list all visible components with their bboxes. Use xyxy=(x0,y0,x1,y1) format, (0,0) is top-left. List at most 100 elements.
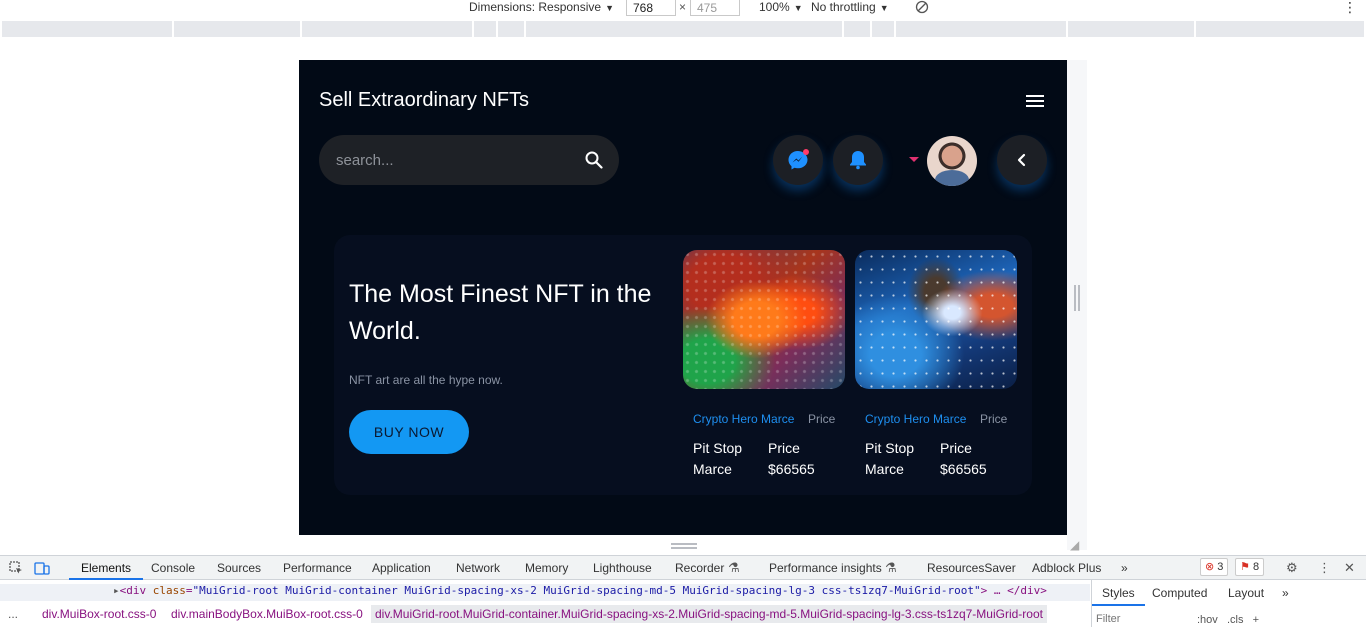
collapse-button[interactable] xyxy=(997,135,1047,185)
nft-creator[interactable]: Crypto Hero Marce xyxy=(865,412,966,426)
width-input[interactable] xyxy=(626,0,676,16)
media-query-ruler[interactable] xyxy=(2,21,1364,37)
nft-price: Price $66565 xyxy=(768,438,838,480)
breadcrumb-item[interactable]: div.mainBodyBox.MuiBox-root.css-0 xyxy=(171,607,363,621)
tab-recorder[interactable]: Recorder xyxy=(675,561,724,575)
nft-image[interactable] xyxy=(855,250,1017,389)
device-toolbar: Dimensions: Responsive▼ × 100%▼ No throt… xyxy=(0,0,1366,18)
tab-lighthouse[interactable]: Lighthouse xyxy=(593,561,652,575)
site-brand[interactable]: Sell Extraordinary NFTs xyxy=(319,89,529,112)
hero-card: The Most Finest NFT in the World. NFT ar… xyxy=(334,235,1032,495)
avatar[interactable] xyxy=(927,136,977,186)
breadcrumb: ... div.MuiBox-root.css-0 div.mainBodyBo… xyxy=(0,603,1090,627)
nft-price: Price $66565 xyxy=(940,438,1010,480)
hero-subtitle: NFT art are all the hype now. xyxy=(349,373,503,387)
notifications-button[interactable] xyxy=(833,135,883,185)
times-symbol: × xyxy=(679,0,687,14)
zoom-label: 100% xyxy=(759,0,790,14)
error-icon: ⊗ xyxy=(1205,561,1215,573)
nft-image[interactable] xyxy=(683,250,845,389)
more-options-icon[interactable]: ⋮ xyxy=(1343,0,1357,16)
zoom-dropdown[interactable]: 100% ▼ xyxy=(759,0,803,16)
tab-sources[interactable]: Sources xyxy=(217,561,261,575)
breadcrumb-item[interactable]: div.MuiBox-root.css-0 xyxy=(42,607,156,621)
chevron-down-icon: ▼ xyxy=(605,3,614,13)
device-toolbar-icon[interactable] xyxy=(34,560,50,579)
nft-name: Pit Stop Marce xyxy=(693,440,743,477)
nft-price-title: Price xyxy=(940,440,972,456)
resize-handle-right[interactable] xyxy=(1074,285,1080,311)
breadcrumb-ellipsis[interactable]: ... xyxy=(8,607,18,621)
tab-adblock-plus[interactable]: Adblock Plus xyxy=(1032,561,1101,575)
nft-price-label: Price xyxy=(980,412,1008,426)
chevron-down-icon: ▼ xyxy=(879,3,889,13)
nft-price-label: Price xyxy=(808,412,836,426)
dom-tag-close: > … </div> xyxy=(980,584,1047,597)
expand-arrow-icon[interactable]: ▸ xyxy=(0,584,120,597)
tab-resourcessaver[interactable]: ResourcesSaver xyxy=(927,561,1016,575)
new-rule-icon[interactable]: + xyxy=(1253,614,1259,626)
dimensions-label: Dimensions: Responsive xyxy=(469,0,602,14)
nft-card[interactable]: Crypto Hero Marce Price Pit Stop Marce P… xyxy=(855,250,1017,477)
tab-performance[interactable]: Performance xyxy=(283,561,352,575)
throttling-label: No throttling xyxy=(811,0,876,14)
flag-icon: ⚑ xyxy=(1240,561,1250,573)
gear-icon[interactable]: ⚙ xyxy=(1286,560,1298,576)
resize-handle-bottom[interactable] xyxy=(671,543,697,549)
dom-tag-open: <div xyxy=(119,584,153,597)
devtools-tabbar: Elements Console Sources Performance App… xyxy=(0,556,1366,580)
tab-performance-insights[interactable]: Performance insights xyxy=(769,561,882,575)
more-tabs-icon[interactable]: » xyxy=(1282,586,1289,600)
flask-icon: ⚗ xyxy=(885,560,897,575)
messenger-icon xyxy=(788,149,809,170)
more-tabs-icon[interactable]: » xyxy=(1121,561,1128,575)
rotate-icon[interactable] xyxy=(915,0,929,16)
devtools-panel: Elements Console Sources Performance App… xyxy=(0,555,1366,627)
bell-icon xyxy=(850,151,866,170)
dom-attr-value: "MuiGrid-root MuiGrid-container MuiGrid-… xyxy=(192,584,981,597)
dom-tree-selected-node[interactable]: ▸<div class="MuiGrid-root MuiGrid-contai… xyxy=(0,584,1090,601)
close-icon[interactable]: ✕ xyxy=(1344,560,1355,576)
profile-dropdown-icon[interactable] xyxy=(909,157,919,162)
styles-toolbar: :hov .cls + xyxy=(1197,614,1259,626)
nft-price-value: $66565 xyxy=(940,461,987,477)
breadcrumb-item-active[interactable]: div.MuiGrid-root.MuiGrid-container.MuiGr… xyxy=(371,605,1047,623)
resize-corner-icon[interactable]: ◢ xyxy=(1070,538,1079,552)
issues-badge[interactable]: ⚑ 8 xyxy=(1235,558,1265,576)
nft-creator[interactable]: Crypto Hero Marce xyxy=(693,412,794,426)
more-options-icon[interactable]: ⋮ xyxy=(1318,560,1331,576)
dimensions-dropdown[interactable]: Dimensions: Responsive ▼ xyxy=(469,0,614,16)
tab-application[interactable]: Application xyxy=(372,561,431,575)
nft-price-value: $66565 xyxy=(768,461,815,477)
search-icon[interactable] xyxy=(585,151,603,169)
hero-title: The Most Finest NFT in the World. xyxy=(349,280,652,345)
chevron-left-icon xyxy=(1017,153,1026,167)
styles-filter-input[interactable] xyxy=(1096,611,1186,627)
nft-card[interactable]: Crypto Hero Marce Price Pit Stop Marce P… xyxy=(683,250,845,477)
tab-computed[interactable]: Computed xyxy=(1152,586,1207,600)
tab-network[interactable]: Network xyxy=(456,561,500,575)
tab-memory[interactable]: Memory xyxy=(525,561,568,575)
tab-layout[interactable]: Layout xyxy=(1228,586,1264,600)
cls-toggle[interactable]: .cls xyxy=(1227,614,1244,626)
nft-price-title: Price xyxy=(768,440,800,456)
tab-elements[interactable]: Elements xyxy=(68,561,144,580)
search-box xyxy=(319,135,619,185)
tab-styles[interactable]: Styles xyxy=(1092,586,1145,606)
height-input[interactable] xyxy=(690,0,740,16)
chevron-down-icon: ▼ xyxy=(793,3,803,13)
device-viewport: Sell Extraordinary NFTs The Most Finest … xyxy=(299,60,1067,535)
hov-toggle[interactable]: :hov xyxy=(1197,614,1218,626)
dom-attr-name: class xyxy=(152,584,186,597)
messenger-button[interactable] xyxy=(773,135,823,185)
tab-console[interactable]: Console xyxy=(151,561,195,575)
dom-attr-eq: = xyxy=(185,584,193,597)
flask-icon: ⚗ xyxy=(728,560,740,575)
errors-badge[interactable]: ⊗ 3 xyxy=(1200,558,1229,576)
issues-count: 8 xyxy=(1252,561,1260,573)
hamburger-menu-icon[interactable] xyxy=(1026,95,1044,109)
buy-now-button[interactable]: BUY NOW xyxy=(349,410,469,454)
search-input[interactable] xyxy=(336,149,566,171)
throttling-dropdown[interactable]: No throttling ▼ xyxy=(811,0,889,16)
inspect-element-icon[interactable] xyxy=(8,560,24,579)
